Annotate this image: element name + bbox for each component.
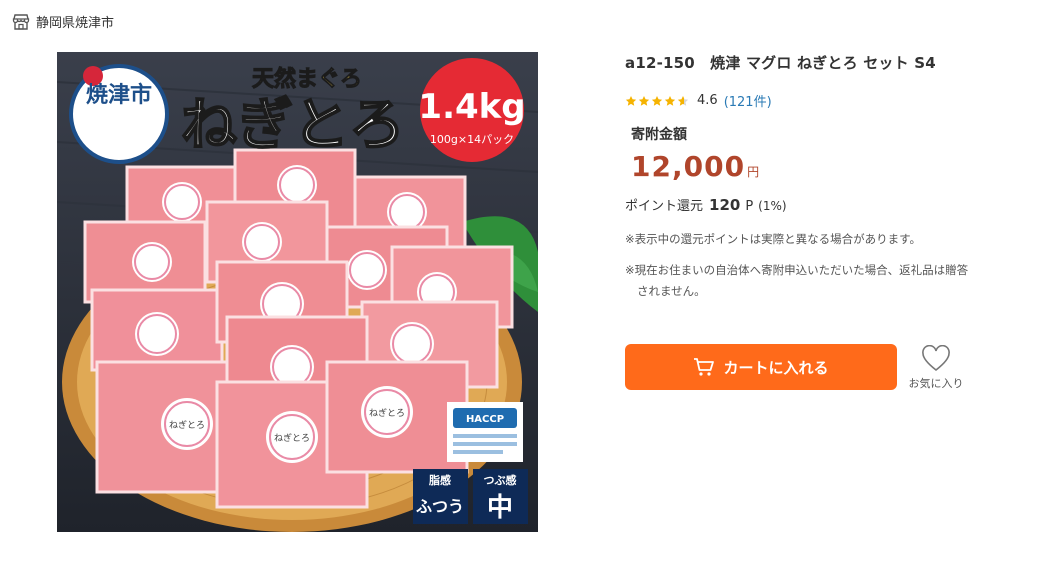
rating: 4.6 (121件) bbox=[625, 91, 1025, 110]
haccp-mark: HACCP bbox=[447, 402, 523, 462]
label-main: ねぎとろ bbox=[181, 93, 405, 158]
municipality-link[interactable]: 静岡県焼津市 bbox=[12, 12, 114, 31]
fat-badge: 脂感 ふつう bbox=[413, 469, 468, 524]
municipality-name: 静岡県焼津市 bbox=[36, 16, 115, 31]
svg-text:ねぎとろ: ねぎとろ bbox=[169, 419, 205, 431]
favorite-label: お気に入り bbox=[908, 377, 964, 390]
pack-count: 100g×14パック bbox=[430, 133, 514, 146]
emblem-text: 焼津市 bbox=[86, 82, 152, 108]
star-icon bbox=[664, 95, 676, 106]
add-to-cart-button[interactable]: カートに入れる bbox=[625, 344, 897, 390]
rating-stars bbox=[625, 95, 689, 107]
points-note: ※表示中の還元ポイントは実際と異なる場合があります。 bbox=[625, 232, 921, 246]
product-title: a12-150 焼津 マグロ ねぎとろ セット S4 bbox=[625, 54, 936, 72]
product-info: a12-150 焼津 マグロ ねぎとろ セット S4 4.6 (121件) 寄附… bbox=[625, 52, 1025, 302]
star-icon bbox=[651, 95, 663, 106]
star-half-icon bbox=[677, 95, 689, 106]
rating-value: 4.6 bbox=[697, 93, 718, 108]
rating-count-link[interactable]: (121件) bbox=[724, 91, 772, 110]
heart-icon bbox=[922, 345, 950, 372]
product-image: ねぎとろ ねぎとろ ねぎとろ 焼津市 天然まぐろ ねぎとろ 1.4kg 100g… bbox=[57, 52, 538, 532]
grain-badge: つぶ感 中 bbox=[473, 469, 528, 524]
price: 12,000 円 bbox=[631, 150, 1025, 183]
svg-text:HACCP: HACCP bbox=[466, 414, 504, 425]
star-icon bbox=[638, 95, 650, 106]
svg-text:脂感: 脂感 bbox=[428, 473, 451, 487]
currency: 円 bbox=[747, 165, 760, 179]
price-value: 12,000 bbox=[631, 150, 746, 183]
cart-icon bbox=[694, 358, 715, 376]
gift-note: ※現在お住まいの自治体へ寄附申込いただいた場合、返礼品は贈答されません。 bbox=[625, 263, 969, 298]
svg-text:中: 中 bbox=[487, 493, 513, 523]
cart-button-label: カートに入れる bbox=[723, 358, 829, 377]
star-icon bbox=[625, 95, 637, 106]
points-unit: P bbox=[745, 199, 754, 214]
svg-text:つぶ感: つぶ感 bbox=[484, 473, 517, 487]
svg-text:ふつう: ふつう bbox=[416, 497, 464, 516]
svg-text:ねぎとろ: ねぎとろ bbox=[369, 407, 405, 419]
label-top: 天然まぐろ bbox=[252, 66, 362, 92]
weight-badge: 1.4kg bbox=[418, 87, 525, 127]
points-label: ポイント還元 bbox=[625, 199, 704, 214]
points-rate: (1%) bbox=[758, 199, 787, 213]
points: ポイント還元 120 P (1%) bbox=[625, 195, 1025, 214]
svg-text:ねぎとろ: ねぎとろ bbox=[274, 432, 310, 444]
city-emblem: 焼津市 bbox=[69, 64, 169, 164]
store-icon bbox=[12, 14, 30, 30]
points-value: 120 bbox=[709, 196, 741, 214]
favorite-button[interactable]: お気に入り bbox=[905, 345, 967, 391]
donation-label: 寄附金額 bbox=[631, 127, 687, 143]
